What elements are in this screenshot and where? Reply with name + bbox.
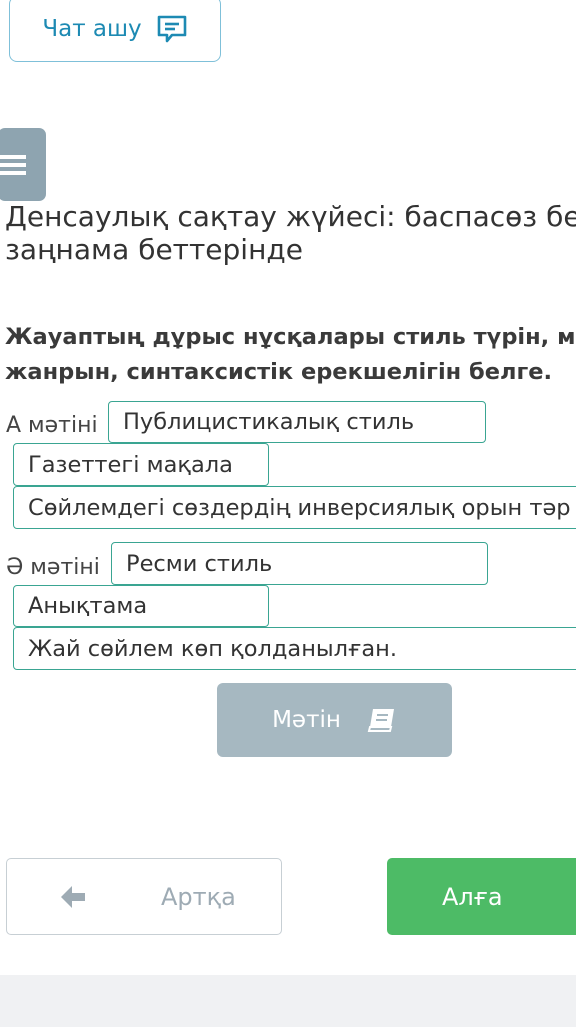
question-instruction: Жауаптың дұрыс нұсқалары стиль түрін, м … (5, 320, 576, 390)
lesson-title: Денсаулық сақтау жүйесі: баспасөз бе заң… (5, 200, 576, 266)
arrow-left-icon (61, 886, 85, 908)
text-a-syntax-answer[interactable]: Сөйлемдегі сөздердің инверсиялық орын тә… (13, 486, 576, 529)
lesson-title-line-2: заңнама беттерінде (5, 233, 303, 266)
text-a-genre-answer[interactable]: Газеттегі мақала (13, 443, 269, 486)
hamburger-menu-icon (0, 154, 26, 175)
chat-bubble-icon (157, 15, 186, 43)
text-a-label: А мәтіні (6, 413, 98, 438)
open-chat-label: Чат ашу (42, 16, 142, 42)
text-a-style-answer[interactable]: Публицистикалық стиль (108, 401, 486, 443)
instruction-line-2: жанрын, синтаксистік ерекшелігін белге. (5, 359, 553, 385)
footer-band (0, 975, 576, 1027)
show-text-button[interactable]: Мәтін (217, 683, 452, 757)
text-b-genre-answer[interactable]: Анықтама (13, 585, 269, 627)
show-text-label: Мәтін (272, 707, 341, 733)
instruction-line-1: Жауаптың дұрыс нұсқалары стиль түрін, м (5, 324, 576, 350)
lesson-title-line-1: Денсаулық сақтау жүйесі: баспасөз бе (5, 200, 576, 233)
text-b-label: Ә мәтіні (6, 555, 100, 580)
book-icon (367, 709, 394, 732)
next-button[interactable]: Алға (387, 858, 576, 935)
text-b-syntax-answer[interactable]: Жай сөйлем көп қолданылған. (13, 627, 576, 670)
back-label: Артқа (161, 883, 236, 911)
menu-button[interactable] (0, 128, 46, 201)
open-chat-button[interactable]: Чат ашу (9, 0, 221, 62)
text-b-style-answer[interactable]: Ресми стиль (111, 542, 488, 585)
next-label: Алға (442, 882, 503, 911)
back-button[interactable]: Артқа (6, 858, 282, 935)
